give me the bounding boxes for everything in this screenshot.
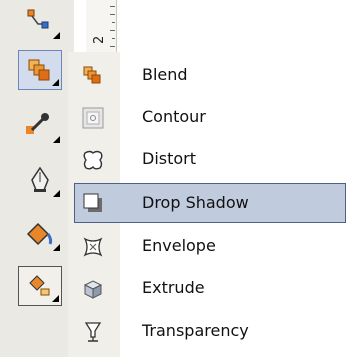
eyedropper-tool-button[interactable] <box>18 106 62 146</box>
toolbox <box>0 0 74 357</box>
blend-icon <box>82 65 104 87</box>
menu-item-blend[interactable]: Blend <box>68 54 347 96</box>
blend-tool-button[interactable] <box>18 50 62 90</box>
menu-item-contour[interactable]: Contour <box>68 96 347 138</box>
menu-item-label: Transparency <box>142 321 249 340</box>
vertical-ruler <box>86 0 117 56</box>
menu-item-transparency[interactable]: Transparency <box>68 310 347 352</box>
interactive-fill-tool-button[interactable] <box>18 266 62 306</box>
eyedropper-tool-icon <box>22 110 52 140</box>
drop-shadow-icon <box>82 192 104 214</box>
menu-item-envelope[interactable]: Envelope <box>68 225 347 267</box>
connector-tool-button[interactable] <box>18 2 62 42</box>
blend-tool-icon <box>26 57 54 85</box>
fill-tool-icon <box>24 220 54 248</box>
menu-item-drop-shadow[interactable]: Drop Shadow <box>68 182 347 224</box>
ruler-label: 2 <box>92 35 107 44</box>
outline-pen-tool-icon <box>28 166 52 194</box>
menu-item-label: Distort <box>142 149 197 168</box>
menu-item-distort[interactable]: Distort <box>68 138 347 180</box>
interactive-fill-tool-icon <box>27 273 53 299</box>
distort-icon <box>82 149 104 171</box>
connector-tool-icon <box>26 8 52 34</box>
menu-item-label: Extrude <box>142 278 205 297</box>
transparency-icon <box>82 321 104 343</box>
menu-item-label: Drop Shadow <box>142 193 249 212</box>
fill-tool-button[interactable] <box>18 214 62 254</box>
extrude-icon <box>82 278 104 300</box>
menu-item-label: Envelope <box>142 236 216 255</box>
menu-item-label: Blend <box>142 65 188 84</box>
menu-item-label: Contour <box>142 107 206 126</box>
effects-flyout-menu: Blend Contour Distort Drop Shadow Envelo… <box>68 52 347 357</box>
outline-pen-tool-button[interactable] <box>18 160 62 200</box>
envelope-icon <box>82 236 104 258</box>
contour-icon <box>82 107 104 129</box>
menu-item-extrude[interactable]: Extrude <box>68 267 347 309</box>
